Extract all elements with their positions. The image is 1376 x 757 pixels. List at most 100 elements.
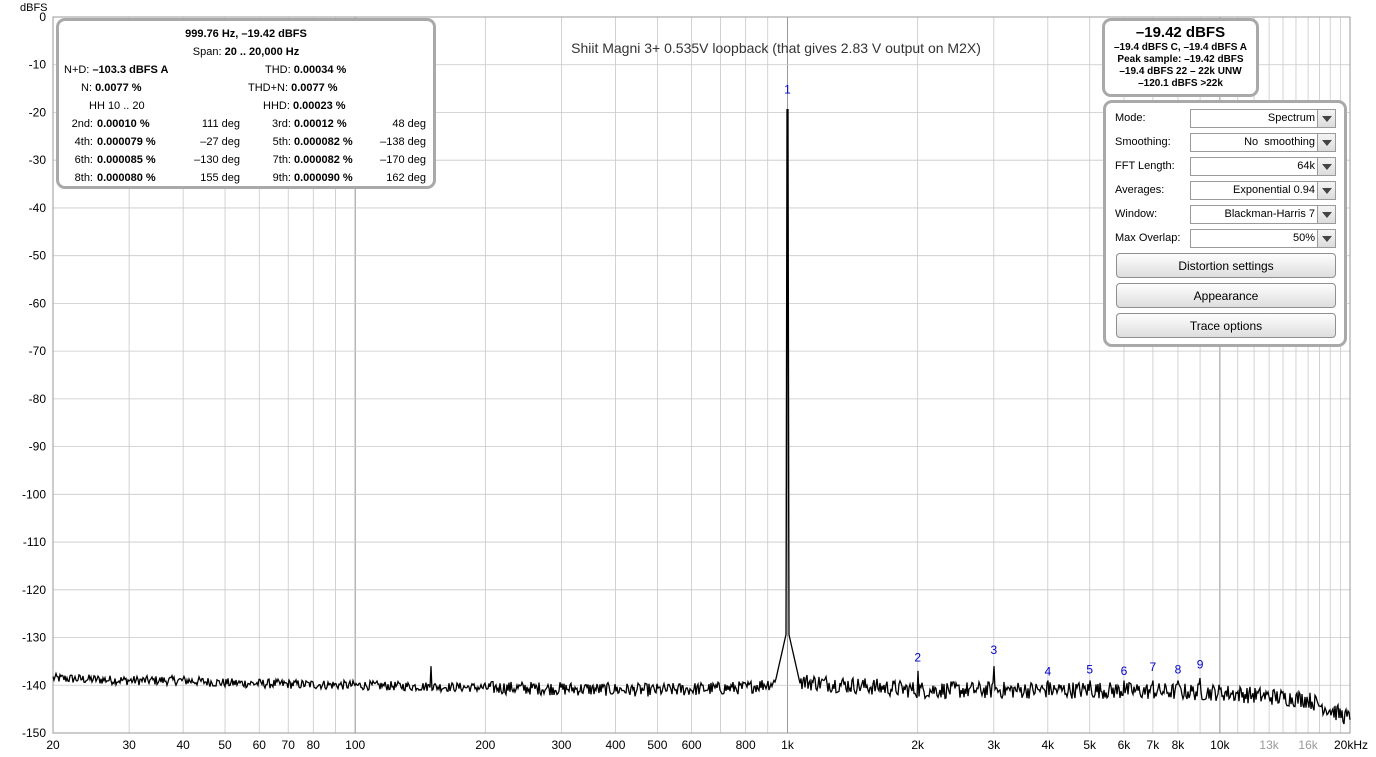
- n-value: 0.0077 %: [95, 82, 142, 94]
- x-tick-label: 20: [46, 738, 60, 752]
- harmonic-row: 6th: 0.000085 % –130 deg 7th: 0.000082 % –170…: [59, 151, 433, 169]
- window-row: Window: Blackman-Harris 7: [1115, 205, 1341, 225]
- y-tick-label: -110: [23, 535, 46, 549]
- level-line-1: –19.4 dBFS C, –19.4 dBFS A: [1113, 42, 1247, 53]
- harmonic-level: 0.000080 %: [97, 172, 156, 184]
- harmonic-level: 0.000085 %: [97, 154, 156, 166]
- harmonic-marker-label: 1: [784, 82, 791, 96]
- max-overlap-label: Max Overlap:: [1115, 232, 1181, 244]
- level-readout-panel: –19.42 dBFS –19.4 dBFS C, –19.4 dBFS A P…: [1102, 18, 1259, 97]
- harmonic-level: 0.00012 %: [294, 118, 347, 130]
- n-label: N:: [81, 82, 96, 94]
- x-tick-label: 13k: [1259, 738, 1279, 752]
- harmonic-order: 3rd:: [272, 118, 291, 130]
- chevron-down-icon: [1317, 230, 1335, 247]
- harmonic-row: 8th: 0.000080 % 155 deg 9th: 0.000090 % 162 d…: [59, 169, 433, 187]
- harmonic-marker-label: 8: [1175, 662, 1182, 676]
- y-tick-label: -90: [29, 440, 47, 454]
- x-tick-label: 2k: [911, 738, 925, 752]
- averages-select[interactable]: Exponential 0.94: [1190, 181, 1336, 200]
- chevron-down-icon: [1317, 182, 1335, 199]
- harmonic-level: 0.000090 %: [294, 172, 353, 184]
- x-tick-label: 10k: [1210, 738, 1230, 752]
- window-select[interactable]: Blackman-Harris 7: [1190, 205, 1336, 224]
- harmonic-order: 2nd:: [71, 118, 93, 130]
- smoothing-select[interactable]: No smoothing: [1190, 133, 1336, 152]
- harmonic-phase: –130 deg: [194, 154, 240, 166]
- x-tick-label: 20kHz: [1334, 738, 1368, 752]
- chevron-down-icon: [1317, 134, 1335, 151]
- x-tick-label: 100: [345, 738, 365, 752]
- harmonic-marker-label: 3: [990, 643, 997, 657]
- harmonic-row: 4th: 0.000079 % –27 deg 5th: 0.000082 % –138 …: [59, 133, 433, 151]
- smoothing-label: Smoothing:: [1115, 136, 1171, 148]
- fundamental-frequency: 999.76 Hz, –19.42 dBFS: [185, 28, 307, 40]
- y-tick-label: -20: [29, 105, 47, 119]
- harmonic-order: 7th:: [272, 154, 291, 166]
- harmonic-marker-label: 6: [1121, 664, 1128, 678]
- fft-length-row: FFT Length: 64k: [1115, 157, 1341, 177]
- distortion-readout-panel: 999.76 Hz, –19.42 dBFS Span: 20 .. 20,00…: [56, 18, 436, 189]
- chevron-down-icon: [1317, 206, 1335, 223]
- harmonic-level: 0.000082 %: [294, 154, 353, 166]
- thdn-value: 0.0077 %: [291, 82, 338, 94]
- level-line-2: Peak sample: –19.42 dBFS: [1117, 54, 1244, 65]
- y-tick-label: -30: [29, 153, 47, 167]
- harmonic-marker-label: 7: [1150, 660, 1157, 674]
- mode-select[interactable]: Spectrum: [1190, 109, 1336, 128]
- window-label: Window:: [1115, 208, 1158, 220]
- nd-value: –103.3 dBFS A: [92, 64, 169, 76]
- span-label: Span:: [192, 46, 225, 58]
- y-tick-label: -150: [22, 726, 46, 740]
- y-tick-label: -70: [29, 344, 47, 358]
- harmonic-order: 6th:: [74, 154, 93, 166]
- x-tick-label: 400: [605, 738, 625, 752]
- y-tick-label: -100: [22, 487, 46, 501]
- y-tick-label: -120: [22, 583, 46, 597]
- hhd-label: HHD:: [263, 100, 293, 112]
- chart-title: Shiit Magni 3+ 0.535V loopback (that giv…: [571, 40, 981, 56]
- x-tick-label: 1k: [781, 738, 795, 752]
- harmonic-phase: 162 deg: [386, 172, 426, 184]
- harmonic-level: 0.000082 %: [294, 136, 353, 148]
- y-tick-label: -60: [29, 296, 47, 310]
- hh-range: HH 10 .. 20: [89, 100, 145, 112]
- averages-row: Averages: Exponential 0.94: [1115, 181, 1341, 201]
- x-tick-label: 500: [647, 738, 667, 752]
- x-tick-label: 50: [218, 738, 232, 752]
- x-tick-label: 70: [282, 738, 296, 752]
- y-tick-label: -10: [29, 58, 47, 72]
- max-overlap-select[interactable]: 50%: [1190, 229, 1336, 248]
- harmonic-phase: –138 deg: [380, 136, 426, 148]
- fft-length-select[interactable]: 64k: [1190, 157, 1336, 176]
- mode-label: Mode:: [1115, 112, 1146, 124]
- controls-panel: Mode: Spectrum Smoothing: No smoothing F…: [1103, 100, 1347, 347]
- harmonic-marker-label: 2: [914, 650, 921, 664]
- harmonic-phase: 155 deg: [200, 172, 240, 184]
- x-tick-label: 16k: [1298, 738, 1318, 752]
- nd-label: N+D:: [64, 64, 93, 76]
- appearance-button[interactable]: Appearance: [1116, 283, 1336, 308]
- x-tick-label: 7k: [1147, 738, 1161, 752]
- x-tick-label: 200: [475, 738, 495, 752]
- harmonic-order: 4th:: [74, 136, 93, 148]
- x-tick-label: 300: [551, 738, 571, 752]
- averages-label: Averages:: [1115, 184, 1165, 196]
- level-line-4: –120.1 dBFS >22k: [1138, 78, 1223, 89]
- x-tick-label: 3k: [987, 738, 1001, 752]
- harmonic-level: 0.000079 %: [97, 136, 156, 148]
- harmonic-phase: –170 deg: [380, 154, 426, 166]
- y-tick-label: -40: [29, 201, 47, 215]
- x-tick-label: 6k: [1118, 738, 1132, 752]
- level-main: –19.42 dBFS: [1135, 24, 1226, 41]
- y-axis-unit-label: dBFS: [20, 2, 48, 14]
- trace-options-button[interactable]: Trace options: [1116, 313, 1336, 338]
- y-tick-label: -80: [29, 392, 47, 406]
- x-tick-label: 4k: [1041, 738, 1055, 752]
- fft-length-label: FFT Length:: [1115, 160, 1175, 172]
- distortion-settings-button[interactable]: Distortion settings: [1116, 253, 1336, 278]
- y-tick-label: -50: [29, 249, 47, 263]
- x-tick-label: 40: [176, 738, 190, 752]
- x-tick-label: 30: [122, 738, 136, 752]
- harmonic-marker-label: 4: [1044, 665, 1051, 679]
